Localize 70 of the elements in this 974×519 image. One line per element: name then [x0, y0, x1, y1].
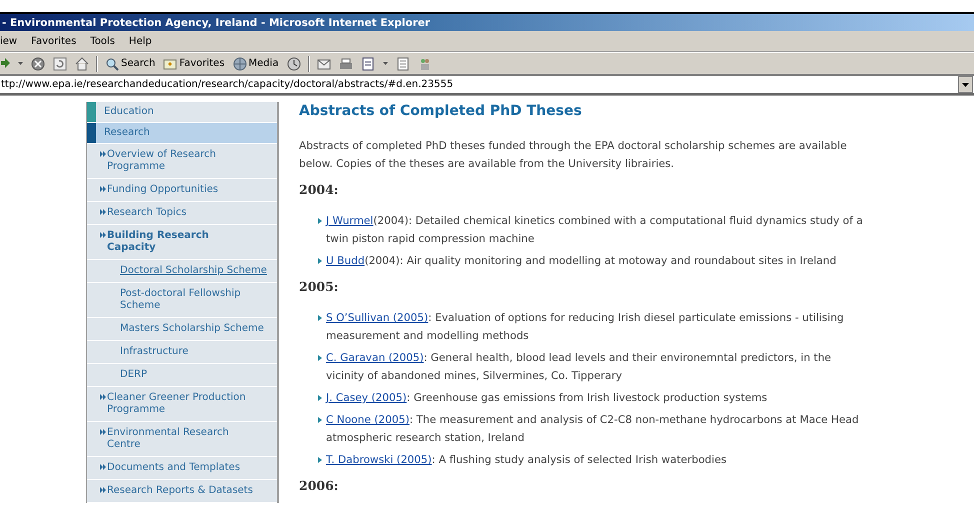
year-heading: 2005: — [299, 278, 340, 296]
double-arrow-icon — [100, 232, 106, 238]
sidebar-item[interactable]: Cleaner Greener Production Programme — [87, 387, 277, 422]
sidebar-item[interactable]: DERP — [87, 364, 277, 387]
double-arrow-icon — [100, 186, 106, 192]
sidebar-item[interactable]: Doctoral Scholarship Scheme — [87, 260, 277, 283]
bullet-arrow-icon — [318, 355, 322, 361]
sidebar-item[interactable]: Research Reports & Datasets — [87, 480, 277, 503]
caret-icon — [962, 82, 969, 86]
year-heading: 2004: — [299, 181, 340, 199]
entry-text: C Noone (2005): The measurement and analysis of C2-C8 non-methane hydrocarbons at Mace Head atmospheric research station, Ireland — [326, 413, 860, 446]
bullet-arrow-icon — [318, 218, 322, 224]
sidebar-item[interactable]: Infrastructure — [87, 341, 277, 364]
author-link[interactable]: J. Casey (2005) — [326, 392, 407, 404]
bullet-arrow-icon — [318, 417, 322, 423]
menu-item[interactable]: iew — [0, 34, 18, 48]
sidebar-item[interactable]: Overview of Research Programme — [87, 144, 277, 179]
media-button[interactable]: Media — [232, 56, 280, 70]
bullet-arrow-icon — [318, 258, 322, 264]
search-icon — [105, 56, 119, 70]
globe-icon — [232, 56, 247, 70]
author-link[interactable]: U Budd — [326, 255, 365, 267]
author-link[interactable]: J Wurmel — [326, 215, 374, 227]
sidebar-item[interactable]: Research — [87, 123, 277, 144]
entry-text: S O’Sullivan (2005): Evaluation of options for reducing Irish diesel particulate emissions - utilising measurement and modelling methods — [326, 311, 845, 344]
author-link[interactable]: C Noone (2005) — [326, 414, 410, 426]
intro-text: Abstracts of completed PhD theses funded through the EPA doctoral scholarship schemes are available below. Copies of the theses are available from the University librairies. — [299, 139, 848, 172]
search-button[interactable]: Search — [104, 56, 156, 70]
entry-text: C. Garavan (2005): General health, blood lead levels and their environemntal predictors, in the vicinity of abandoned mines, Silvermines, Co. Tipperary — [326, 351, 832, 384]
favorites-button[interactable]: Favorites — [162, 56, 226, 70]
double-arrow-icon — [100, 151, 106, 157]
double-arrow-icon — [100, 209, 106, 215]
author-link[interactable]: T. Dabrowski (2005) — [326, 454, 432, 466]
document-icon[interactable] — [360, 56, 375, 70]
sidebar-item[interactable]: Masters Scholarship Scheme — [87, 318, 277, 341]
double-arrow-icon — [100, 487, 106, 493]
home-icon[interactable] — [75, 56, 89, 70]
sidebar-item[interactable]: Funding Opportunities — [87, 179, 277, 202]
envelope-icon[interactable] — [316, 56, 331, 70]
double-arrow-icon — [100, 429, 106, 435]
window-title: - Environmental Protection Agency, Ireland - Microsoft Internet Explorer — [1, 16, 430, 28]
entry-text: J Wurmel(2004): Detailed chemical kinetics combined with a computational fluid dynamics study of a twin piston rapid compression machine — [326, 214, 864, 247]
menu-item[interactable]: Help — [128, 34, 152, 48]
bullet-arrow-icon — [318, 315, 322, 321]
double-arrow-icon — [100, 394, 106, 400]
year-heading: 2006: — [299, 477, 340, 495]
page-icon[interactable] — [396, 56, 410, 70]
folder-icon — [163, 56, 178, 70]
author-link[interactable]: C. Garavan (2005) — [326, 352, 424, 364]
entry-text: J. Casey (2005): Greenhouse gas emissions from Irish livestock production systems — [326, 391, 768, 406]
sidebar-item[interactable]: Environmental Research Centre — [87, 422, 277, 457]
refresh-icon[interactable] — [53, 56, 67, 70]
bullet-arrow-icon — [318, 457, 322, 463]
stop-icon[interactable] — [31, 56, 45, 70]
menu-item[interactable]: Tools — [90, 34, 115, 48]
clock-icon[interactable] — [286, 56, 301, 70]
printer-icon[interactable] — [338, 56, 353, 70]
entry-text: U Budd(2004): Air quality monitoring and modelling at motoway and roundabout sites in Ireland — [326, 254, 838, 269]
sidebar-item[interactable]: Research Topics — [87, 202, 277, 225]
sidebar-item[interactable]: Building Research Capacity — [87, 225, 277, 260]
entry-text: T. Dabrowski (2005): A flushing study analysis of selected Irish waterbodies — [326, 453, 728, 468]
bullet-arrow-icon — [318, 395, 322, 401]
page-heading: Abstracts of Completed PhD Theses — [299, 102, 583, 120]
dropdown-button[interactable] — [958, 76, 973, 93]
sidebar-item[interactable]: Documents and Templates — [87, 457, 277, 480]
double-arrow-icon — [100, 464, 106, 470]
author-link[interactable]: S O’Sullivan (2005) — [326, 312, 428, 324]
forward-arrow-icon[interactable] — [1, 56, 10, 70]
menu-item[interactable]: Favorites — [31, 34, 76, 48]
sidebar-item[interactable]: Post-doctoral Fellowship Scheme — [87, 283, 277, 318]
